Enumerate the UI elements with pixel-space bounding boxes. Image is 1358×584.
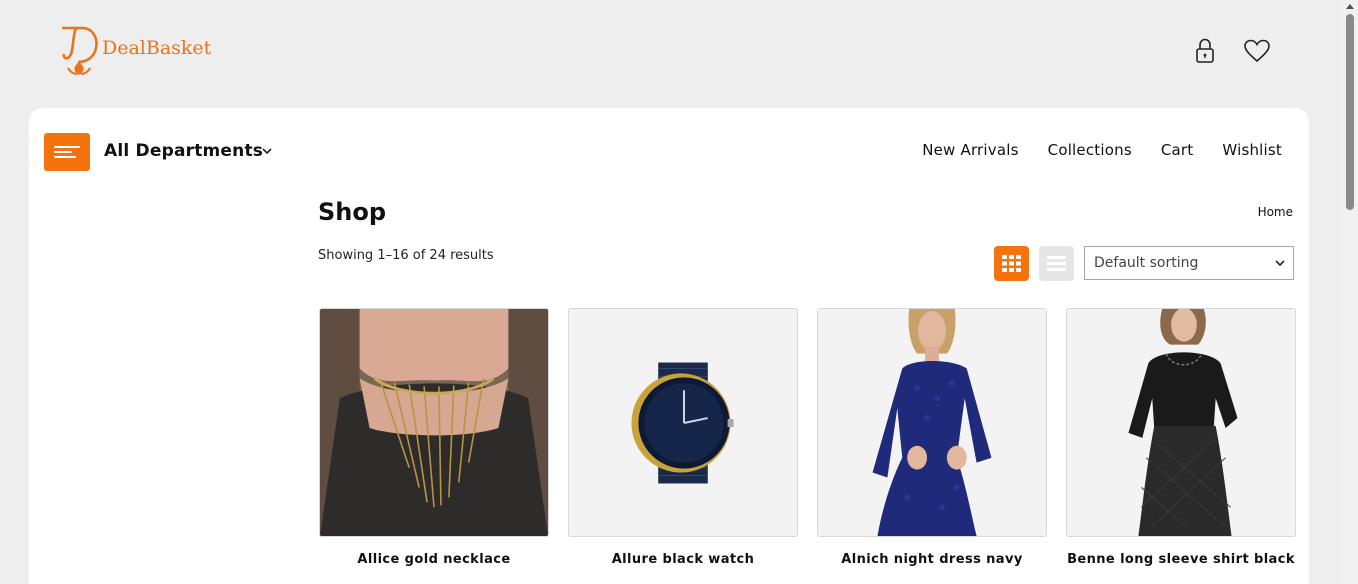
navy-dress-image [818,309,1046,536]
nav-new-arrivals[interactable]: New Arrivals [922,141,1018,159]
product-image[interactable] [1066,308,1296,537]
heart-icon[interactable] [1242,36,1272,66]
brand-name: DealBasket [102,37,212,59]
product-image[interactable] [568,308,798,537]
product-grid: Allice gold necklace Allure black watch … [319,308,1296,567]
scroll-thumb[interactable] [1346,14,1354,210]
main-panel: All Departments New Arrivals Collections… [29,108,1309,584]
product-image[interactable] [319,308,549,537]
product-card[interactable]: Benne long sleeve shirt black [1066,308,1296,567]
brand-logo[interactable]: DealBasket [58,22,211,78]
list-icon [1047,256,1066,271]
chevron-down-icon [1275,260,1285,267]
result-count: Showing 1–16 of 24 results [318,248,494,263]
product-card[interactable]: Alnich night dress navy [817,308,1047,567]
list-view-button[interactable] [1039,246,1074,281]
product-name[interactable]: Alnich night dress navy [817,552,1047,567]
page-title: Shop [318,198,387,226]
main-nav: New Arrivals Collections Cart Wishlist [922,141,1282,159]
page-scrollbar[interactable] [1342,0,1358,584]
nav-collections[interactable]: Collections [1048,141,1132,159]
all-departments-label[interactable]: All Departments [104,141,263,161]
grid-view-button[interactable] [994,246,1029,281]
breadcrumb-home[interactable]: Home [1258,205,1293,219]
sort-select-value: Default sorting [1094,255,1199,271]
black-watch-image [569,309,797,536]
lock-icon[interactable] [1190,36,1220,66]
nav-cart[interactable]: Cart [1161,141,1194,159]
sort-select[interactable]: Default sorting [1084,246,1294,280]
nav-wishlist[interactable]: Wishlist [1222,141,1282,159]
departments-menu-button[interactable] [44,133,90,171]
grid-icon [1002,255,1021,272]
product-name[interactable]: Allice gold necklace [319,552,549,567]
product-card[interactable]: Allure black watch [568,308,798,567]
chevron-down-icon[interactable] [261,146,273,156]
product-card[interactable]: Allice gold necklace [319,308,549,567]
product-image[interactable] [817,308,1047,537]
scroll-up-arrow-icon[interactable] [1346,4,1354,9]
product-name[interactable]: Benne long sleeve shirt black [1066,552,1296,567]
logo-mark-icon [62,26,98,75]
black-shirt-image [1067,309,1295,536]
product-name[interactable]: Allure black watch [568,552,798,567]
gold-necklace-image [320,309,548,536]
